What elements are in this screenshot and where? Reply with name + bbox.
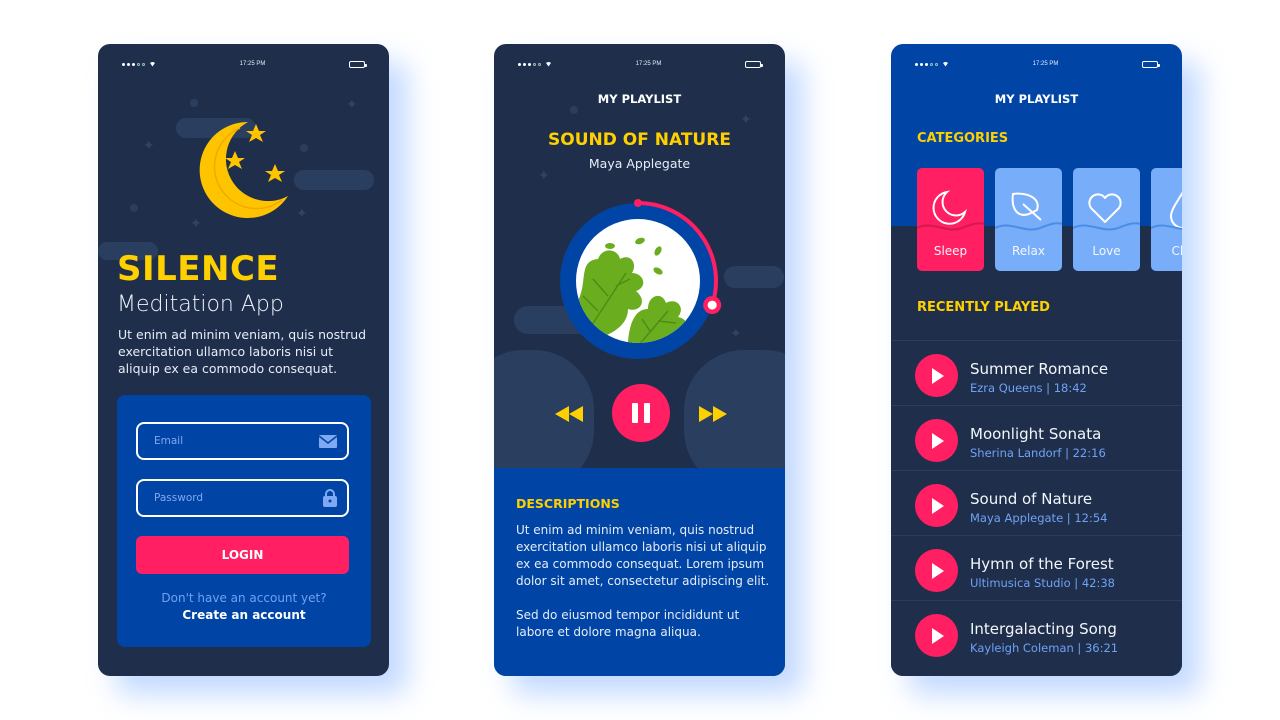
wifi-icon bbox=[942, 61, 949, 67]
status-bar: 17:25 PM bbox=[915, 58, 1160, 70]
status-bar: 17:25 PM bbox=[518, 58, 763, 70]
categories-heading: CATEGORIES bbox=[917, 131, 1009, 146]
screen-title: MY PLAYLIST bbox=[597, 92, 682, 106]
app-subtitle: Meditation App bbox=[117, 292, 284, 317]
description-text: Sed do eiusmod tempor incididunt ut labo… bbox=[516, 608, 740, 639]
battery-icon bbox=[1142, 60, 1160, 68]
login-button[interactable]: LOGIN bbox=[136, 536, 349, 574]
password-field[interactable] bbox=[136, 479, 349, 517]
battery-icon bbox=[349, 60, 367, 68]
dot-decoration bbox=[570, 106, 578, 114]
description-heading: DESCRIPTIONS bbox=[516, 496, 620, 511]
wifi-icon bbox=[149, 61, 156, 67]
dot-decoration bbox=[190, 99, 198, 107]
login-form: LOGIN Don't have an account yet? Create … bbox=[117, 395, 371, 647]
play-icon[interactable] bbox=[915, 354, 958, 397]
no-account-text: Don't have an account yet? bbox=[161, 591, 327, 605]
screen-title: MY PLAYLIST bbox=[994, 92, 1079, 106]
wifi-icon bbox=[545, 61, 552, 67]
status-time: 17:25 PM bbox=[239, 61, 266, 67]
category-label: Sleep bbox=[933, 244, 968, 258]
app-intro-text: Ut enim ad minim veniam, quis nostrud ex… bbox=[118, 327, 367, 376]
song-title: SOUND OF NATURE bbox=[548, 130, 731, 150]
play-icon[interactable] bbox=[915, 419, 958, 462]
track-row[interactable]: Hymn of the Forest Ultimusica Studio | 4… bbox=[891, 535, 1182, 600]
cloud-decoration bbox=[724, 266, 784, 288]
moon-illustration bbox=[188, 116, 298, 226]
track-title: Hymn of the Forest bbox=[970, 555, 1114, 573]
pause-icon bbox=[632, 403, 638, 423]
description-panel: DESCRIPTIONS Ut enim ad minim veniam, qu… bbox=[494, 468, 785, 676]
create-account-link[interactable]: Create an account bbox=[117, 608, 371, 622]
recently-played-heading: RECENTLY PLAYED bbox=[917, 300, 1050, 315]
email-input[interactable] bbox=[154, 435, 294, 447]
track-meta: Kayleigh Coleman | 36:21 bbox=[970, 641, 1119, 655]
player-controls bbox=[494, 384, 785, 444]
track-row[interactable]: Sound of Nature Maya Applegate | 12:54 bbox=[891, 470, 1182, 535]
track-title: Moonlight Sonata bbox=[970, 425, 1102, 443]
login-screen: 17:25 PM ✦ ✦ ✦ ✦ SILENCE Meditation App … bbox=[98, 44, 389, 676]
category-relax[interactable]: Relax bbox=[995, 168, 1062, 271]
rewind-icon[interactable] bbox=[555, 406, 583, 422]
category-list: Sleep Relax Love Chill bbox=[917, 168, 1182, 271]
dot-decoration bbox=[300, 144, 308, 152]
moon-icon bbox=[199, 121, 288, 218]
track-meta: Ezra Queens | 18:42 bbox=[970, 381, 1087, 395]
cloud-decoration bbox=[294, 170, 374, 190]
progress-knob[interactable] bbox=[703, 296, 722, 315]
wave-decoration bbox=[995, 222, 1062, 231]
track-list: Summer Romance Ezra Queens | 18:42 Moonl… bbox=[891, 340, 1182, 665]
signal-icon bbox=[518, 61, 552, 67]
dot-decoration bbox=[130, 204, 138, 212]
signal-icon bbox=[915, 61, 949, 67]
play-icon[interactable] bbox=[915, 614, 958, 657]
wave-decoration bbox=[1151, 224, 1182, 230]
song-artist: Maya Applegate bbox=[588, 156, 691, 171]
album-disc bbox=[558, 191, 728, 361]
category-label: Chill bbox=[1171, 244, 1183, 258]
fast-forward-icon[interactable] bbox=[699, 406, 727, 422]
category-label: Love bbox=[1092, 244, 1121, 258]
email-field[interactable] bbox=[136, 422, 349, 460]
track-meta: Maya Applegate | 12:54 bbox=[970, 511, 1108, 525]
category-sleep[interactable]: Sleep bbox=[917, 168, 984, 271]
description-text: Ut enim ad minim veniam, quis nostrud ex… bbox=[516, 523, 770, 588]
track-row[interactable]: Moonlight Sonata Sherina Landorf | 22:16 bbox=[891, 405, 1182, 470]
sparkle-icon: ✦ bbox=[143, 137, 155, 153]
signal-icon bbox=[122, 61, 156, 67]
status-time: 17:25 PM bbox=[635, 61, 662, 67]
sparkle-icon: ✦ bbox=[730, 325, 742, 341]
star-icon bbox=[225, 151, 245, 169]
status-bar: 17:25 PM bbox=[122, 58, 367, 70]
wave-decoration bbox=[1073, 222, 1140, 231]
pause-button[interactable] bbox=[612, 384, 670, 442]
album-art bbox=[560, 199, 722, 359]
wave-decoration bbox=[917, 222, 984, 231]
track-row[interactable]: Intergalacting Song Kayleigh Coleman | 3… bbox=[891, 600, 1182, 665]
track-title: Intergalacting Song bbox=[970, 620, 1117, 638]
play-icon[interactable] bbox=[915, 484, 958, 527]
track-meta: Ultimusica Studio | 42:38 bbox=[970, 576, 1115, 590]
lock-icon bbox=[323, 489, 337, 507]
sparkle-icon: ✦ bbox=[740, 111, 752, 127]
star-icon bbox=[265, 164, 285, 182]
password-input[interactable] bbox=[154, 492, 294, 504]
progress-start-dot bbox=[634, 199, 642, 207]
status-time: 17:25 PM bbox=[1032, 61, 1059, 67]
category-label: Relax bbox=[1012, 244, 1045, 258]
category-love[interactable]: Love bbox=[1073, 168, 1140, 271]
track-row[interactable]: Summer Romance Ezra Queens | 18:42 bbox=[891, 340, 1182, 405]
play-icon[interactable] bbox=[915, 549, 958, 592]
category-chill[interactable]: Chill bbox=[1151, 168, 1182, 271]
player-screen: 17:25 PM ✦ ✦ ✦ MY PLAYLIST SOUND OF NATU… bbox=[494, 44, 785, 676]
playlist-screen: 17:25 PM MY PLAYLIST CATEGORIES Sleep Re… bbox=[891, 44, 1182, 676]
envelope-icon bbox=[319, 434, 337, 448]
sparkle-icon: ✦ bbox=[346, 96, 358, 112]
app-brand: SILENCE bbox=[117, 249, 280, 289]
star-icon bbox=[246, 124, 266, 142]
track-title: Sound of Nature bbox=[970, 490, 1093, 508]
battery-icon bbox=[745, 60, 763, 68]
track-title: Summer Romance bbox=[970, 360, 1109, 378]
track-meta: Sherina Landorf | 22:16 bbox=[970, 446, 1106, 460]
